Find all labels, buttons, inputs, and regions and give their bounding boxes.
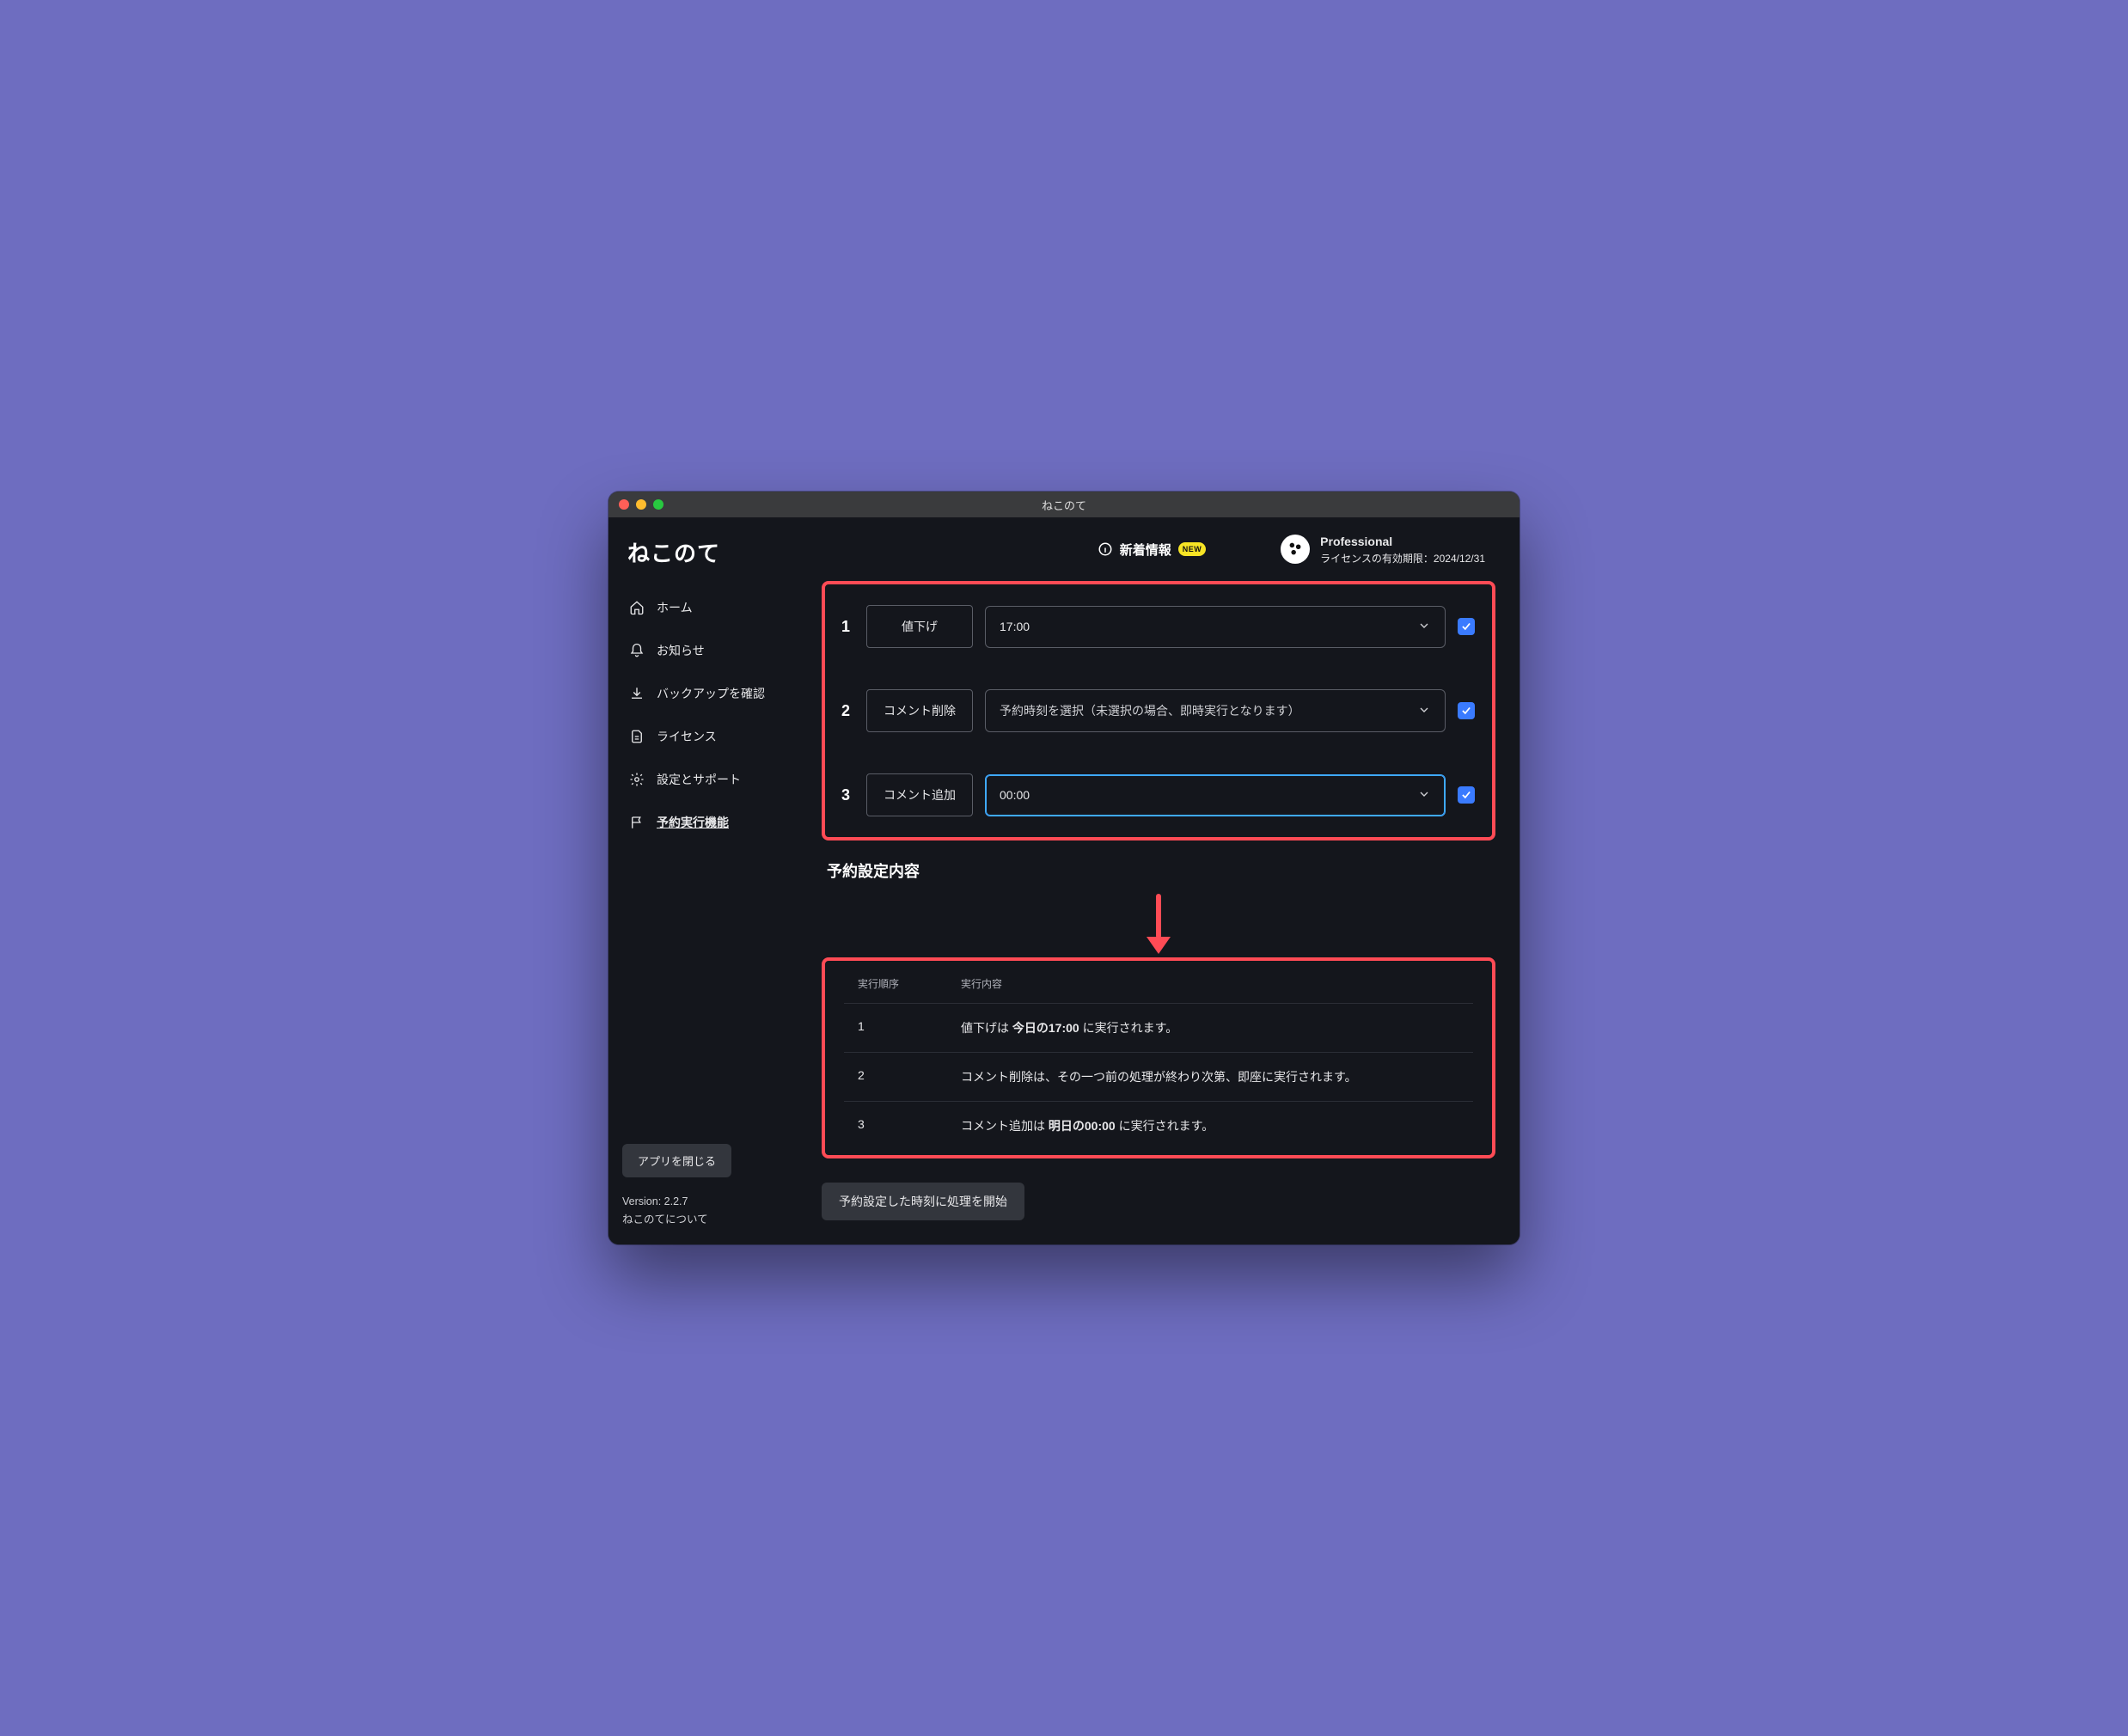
scheduler-row: 1 値下げ 17:00 [837, 605, 1475, 648]
scheduler-row: 2 コメント削除 予約時刻を選択（未選択の場合、即時実行となります） [837, 689, 1475, 732]
sidebar-item-scheduler[interactable]: 予約実行機能 [622, 802, 794, 843]
document-icon [629, 729, 645, 744]
col-order: 実行順序 [858, 976, 909, 991]
sidebar-item-home[interactable]: ホーム [622, 587, 794, 628]
window-title: ねこのて [608, 497, 1520, 513]
minimize-window-button[interactable] [636, 499, 646, 510]
nav: ホーム お知らせ バックアップを確認 [622, 587, 794, 843]
summary-box: 実行順序 実行内容 1 値下げは 今日の17:00 に実行されます。 2 コメン… [822, 957, 1495, 1158]
sidebar-item-label: バックアップを確認 [657, 685, 765, 702]
step-number: 1 [837, 618, 854, 636]
summary-num: 2 [858, 1068, 909, 1085]
sidebar-item-label: 設定とサポート [657, 771, 741, 788]
bell-icon [629, 643, 645, 658]
time-value: 00:00 [1000, 788, 1030, 802]
header-account: Professional ライセンスの有効期限：2024/12/31 [1281, 533, 1485, 566]
summary-text: コメント追加は 明日の00:00 に実行されます。 [961, 1117, 1214, 1134]
chevron-down-icon [1417, 619, 1431, 635]
download-icon [629, 686, 645, 701]
summary-text: コメント削除は、その一つ前の処理が終わり次第、即座に実行されます。 [961, 1068, 1357, 1085]
close-window-button[interactable] [619, 499, 629, 510]
step-number: 3 [837, 786, 854, 804]
summary-row: 2 コメント削除は、その一つ前の処理が終わり次第、即座に実行されます。 [844, 1052, 1473, 1101]
avatar[interactable] [1281, 535, 1310, 564]
enable-checkbox[interactable] [1458, 618, 1475, 635]
license-expiry: ライセンスの有効期限：2024/12/31 [1320, 551, 1485, 566]
sidebar-item-label: お知らせ [657, 642, 705, 659]
version-label: Version: 2.2.7 [622, 1193, 794, 1211]
titlebar: ねこのて [608, 492, 1520, 517]
summary-text: 値下げは 今日の17:00 に実行されます。 [961, 1019, 1177, 1036]
info-icon [1098, 541, 1113, 557]
sidebar-item-label: ホーム [657, 599, 693, 616]
arrow-annotation [822, 894, 1495, 954]
sidebar-item-label: ライセンス [657, 728, 717, 745]
summary-num: 3 [858, 1117, 909, 1134]
sidebar-item-label: 予約実行機能 [657, 814, 729, 831]
gear-icon [629, 772, 645, 787]
header: 新着情報 NEW Professional ライセンスの有効期限：2024/12… [808, 517, 1495, 581]
home-icon [629, 600, 645, 615]
start-scheduled-button[interactable]: 予約設定した時刻に処理を開始 [822, 1183, 1024, 1220]
enable-checkbox[interactable] [1458, 702, 1475, 719]
summary-row: 1 値下げは 今日の17:00 に実行されます。 [844, 1003, 1473, 1052]
sidebar-item-backup[interactable]: バックアップを確認 [622, 673, 794, 714]
main: 新着情報 NEW Professional ライセンスの有効期限：2024/12… [808, 517, 1520, 1244]
time-value: 17:00 [1000, 620, 1030, 633]
sidebar-item-license[interactable]: ライセンス [622, 716, 794, 757]
sidebar-meta: Version: 2.2.7 ねこのてについて [622, 1193, 794, 1230]
step-number: 2 [837, 702, 854, 720]
time-select[interactable]: 00:00 [985, 774, 1446, 816]
time-select[interactable]: 予約時刻を選択（未選択の場合、即時実行となります） [985, 689, 1446, 732]
plan-name: Professional [1320, 533, 1485, 551]
sidebar-item-settings[interactable]: 設定とサポート [622, 759, 794, 800]
summary-header: 実行順序 実行内容 [844, 969, 1473, 1003]
news-label: 新着情報 [1120, 541, 1171, 559]
action-type: コメント削除 [866, 689, 973, 732]
action-type: 値下げ [866, 605, 973, 648]
summary-row: 3 コメント追加は 明日の00:00 に実行されます。 [844, 1101, 1473, 1150]
flag-icon [629, 815, 645, 830]
about-link[interactable]: ねこのてについて [622, 1211, 794, 1229]
close-app-button[interactable]: アプリを閉じる [622, 1144, 731, 1177]
zoom-window-button[interactable] [653, 499, 663, 510]
scheduler-row: 3 コメント追加 00:00 [837, 773, 1475, 816]
chevron-down-icon [1417, 703, 1431, 719]
sidebar-item-notifications[interactable]: お知らせ [622, 630, 794, 671]
traffic-lights [619, 499, 663, 510]
news-link[interactable]: 新着情報 NEW [1098, 541, 1207, 559]
app-window: ねこのて ねこのて ホーム お知らせ [608, 492, 1520, 1244]
action-type: コメント追加 [866, 773, 973, 816]
time-placeholder: 予約時刻を選択（未選択の場合、即時実行となります） [1000, 702, 1300, 719]
scheduler-box: 1 値下げ 17:00 2 コメント削除 [822, 581, 1495, 840]
sidebar: ねこのて ホーム お知らせ [608, 517, 808, 1244]
app-title: ねこのて [622, 536, 794, 587]
time-select[interactable]: 17:00 [985, 606, 1446, 648]
summary-num: 1 [858, 1019, 909, 1036]
new-badge: NEW [1178, 542, 1207, 556]
summary-title: 予約設定内容 [827, 859, 1495, 882]
col-content: 実行内容 [961, 976, 1002, 991]
chevron-down-icon [1417, 787, 1431, 804]
enable-checkbox[interactable] [1458, 786, 1475, 804]
